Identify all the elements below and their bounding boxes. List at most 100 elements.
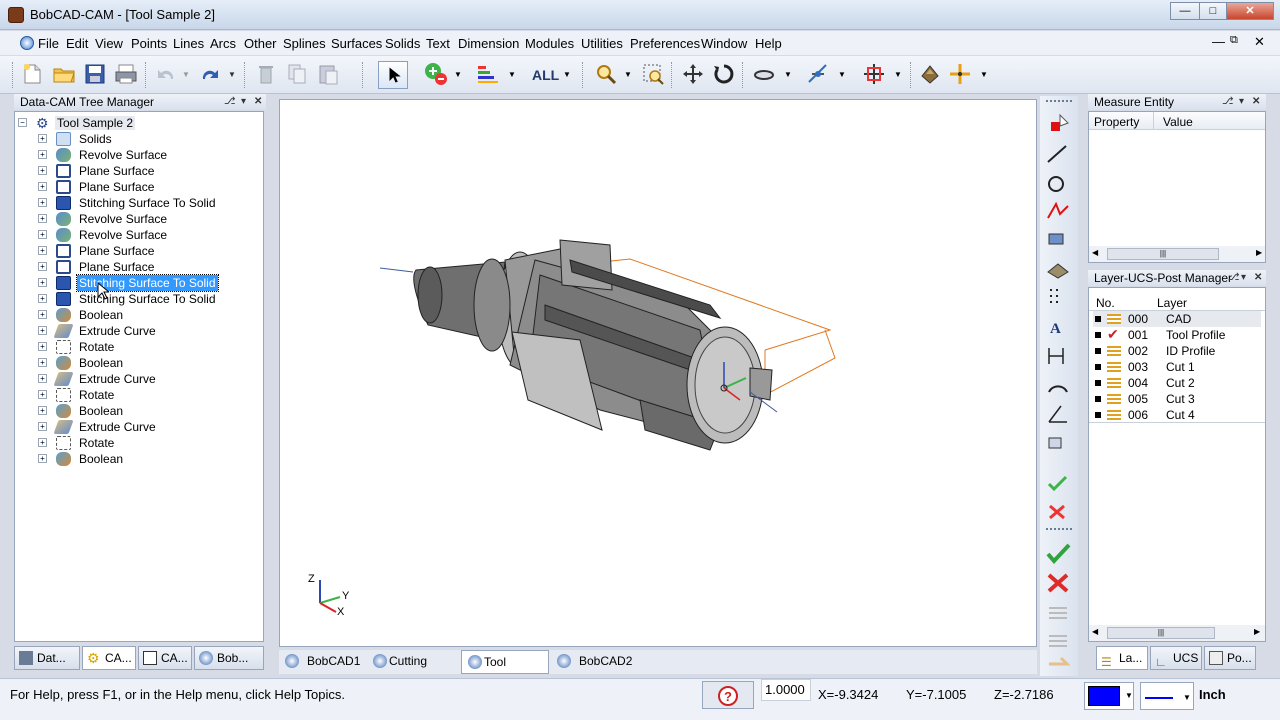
open-folder-icon[interactable] xyxy=(52,62,76,86)
expand-icon[interactable]: + xyxy=(38,230,47,239)
menu-other[interactable]: Other xyxy=(244,36,277,51)
copy-icon[interactable] xyxy=(285,62,309,86)
expand-icon[interactable]: + xyxy=(38,214,47,223)
line-style-picker[interactable]: ▼ xyxy=(1140,682,1194,710)
menu-text[interactable]: Text xyxy=(426,36,450,51)
menu-window[interactable]: Window xyxy=(701,36,747,51)
dimension-tool-icon[interactable] xyxy=(1041,342,1075,368)
layer-visibility-icon[interactable] xyxy=(1095,396,1101,402)
help-button[interactable]: ? xyxy=(702,681,754,709)
expand-icon[interactable]: + xyxy=(38,438,47,447)
layer-row[interactable]: 006 Cut 4 xyxy=(1093,407,1261,423)
tab-cam-ops[interactable]: CA... xyxy=(138,646,192,670)
snap-icon[interactable] xyxy=(806,62,830,86)
layer-visibility-icon[interactable] xyxy=(1095,316,1101,322)
doc-close-button[interactable]: ✕ xyxy=(1254,34,1265,50)
layer-row[interactable]: 004 Cut 2 xyxy=(1093,375,1261,391)
doc-restore-button[interactable]: ⧉ xyxy=(1230,34,1238,47)
layer-row[interactable]: ✔ 001 Tool Profile xyxy=(1093,327,1261,343)
menu-preferences[interactable]: Preferences xyxy=(630,36,700,51)
layer-visibility-icon[interactable] xyxy=(1095,364,1101,370)
angle-tool-icon[interactable] xyxy=(1041,400,1075,426)
zoom-window-icon[interactable] xyxy=(641,62,665,86)
menu-modules[interactable]: Modules xyxy=(525,36,574,51)
tab-ucs[interactable]: ∟ UCS xyxy=(1150,646,1202,670)
expand-icon[interactable]: + xyxy=(38,406,47,415)
tab-layers[interactable]: ☰ La... xyxy=(1096,646,1148,670)
expand-icon[interactable]: + xyxy=(38,278,47,287)
undo-icon[interactable] xyxy=(154,62,178,86)
menu-utilities[interactable]: Utilities xyxy=(581,36,623,51)
expand-icon[interactable]: + xyxy=(38,422,47,431)
point-tool-icon[interactable] xyxy=(1041,112,1075,138)
rotate-view-icon[interactable] xyxy=(712,62,736,86)
cancel-small-icon[interactable] xyxy=(1041,498,1075,524)
menu-file[interactable]: File xyxy=(38,36,59,51)
layer-visibility-icon[interactable] xyxy=(1095,380,1101,386)
layer-hscrollbar[interactable]: ◀ ||| ▶ xyxy=(1089,625,1265,641)
panel-menu-icon[interactable]: ▾ xyxy=(1241,270,1246,286)
menu-points[interactable]: Points xyxy=(131,36,167,51)
menu-edit[interactable]: Edit xyxy=(66,36,88,51)
pin-icon[interactable]: ⎇ xyxy=(1228,270,1240,286)
layer-row[interactable]: 000 CAD xyxy=(1093,311,1261,327)
workplane-icon[interactable] xyxy=(862,62,886,86)
expand-icon[interactable]: + xyxy=(38,358,47,367)
menu-surfaces[interactable]: Surfaces xyxy=(331,36,382,51)
delete-icon[interactable] xyxy=(254,62,278,86)
close-button[interactable]: ✕ xyxy=(1226,2,1274,20)
view-orientation-icon[interactable] xyxy=(752,62,776,86)
text-tool-icon[interactable]: A xyxy=(1041,314,1075,340)
tab-bobcad[interactable]: Bob... xyxy=(194,646,264,670)
layer-filter-icon[interactable] xyxy=(476,62,500,86)
expand-icon[interactable]: + xyxy=(38,198,47,207)
expand-icon[interactable]: + xyxy=(38,134,47,143)
grid-points-icon[interactable] xyxy=(1041,284,1075,310)
spline-tool-icon[interactable] xyxy=(1041,198,1075,224)
collapse-icon[interactable]: − xyxy=(18,118,27,127)
expand-icon[interactable]: + xyxy=(38,374,47,383)
color-picker[interactable]: ▼ xyxy=(1084,682,1134,710)
select-all-button[interactable]: ALL xyxy=(532,67,559,83)
expand-icon[interactable]: + xyxy=(38,166,47,175)
cancel-icon[interactable] xyxy=(1041,570,1075,596)
panel-close-icon[interactable]: ✕ xyxy=(254,94,262,110)
layer-row[interactable]: 002 ID Profile xyxy=(1093,343,1261,359)
tree-root[interactable]: − ⚙ Tool Sample 2 xyxy=(18,115,258,131)
drawing-viewport[interactable]: Z Y X xyxy=(279,99,1037,647)
pin-icon[interactable]: ⎇ xyxy=(224,94,236,110)
surface-tool-icon[interactable] xyxy=(1041,226,1075,252)
menu-arcs[interactable]: Arcs xyxy=(210,36,236,51)
tool-model-3d[interactable]: Z Y X xyxy=(280,100,1038,648)
doc-minimize-button[interactable]: — xyxy=(1212,34,1225,49)
expand-icon[interactable]: + xyxy=(38,150,47,159)
zoom-icon[interactable] xyxy=(594,62,618,86)
doc-tab-cutting-tool[interactable]: Cutting Tool... xyxy=(367,650,459,690)
tab-post[interactable]: Po... xyxy=(1204,646,1256,670)
layer-row[interactable]: 003 Cut 1 xyxy=(1093,359,1261,375)
layer-row[interactable]: 005 Cut 3 xyxy=(1093,391,1261,407)
solid-tool-icon[interactable] xyxy=(1041,256,1075,282)
doc-tab-bobcad2[interactable]: BobCAD2 xyxy=(551,650,641,674)
paste-icon[interactable] xyxy=(316,62,340,86)
layer-visibility-icon[interactable] xyxy=(1095,332,1101,338)
expand-icon[interactable]: + xyxy=(38,310,47,319)
doc-tab-bobcad1[interactable]: BobCAD1 xyxy=(279,650,365,674)
layer-visibility-icon[interactable] xyxy=(1095,412,1101,418)
expand-icon[interactable]: + xyxy=(38,182,47,191)
transform-tool-icon[interactable] xyxy=(1041,430,1075,456)
accept-icon[interactable] xyxy=(1041,540,1075,566)
tab-data-cam[interactable]: Dat... xyxy=(14,646,80,670)
panel-close-icon[interactable]: ✕ xyxy=(1252,94,1260,110)
menu-solids[interactable]: Solids xyxy=(385,36,420,51)
pan-icon[interactable] xyxy=(681,62,705,86)
maximize-button[interactable]: □ xyxy=(1199,2,1227,20)
value-field[interactable]: 1.0000 xyxy=(761,679,811,701)
expand-icon[interactable]: + xyxy=(38,390,47,399)
origin-icon[interactable] xyxy=(948,62,972,86)
layer-active-icon[interactable]: ✔ xyxy=(1107,327,1119,341)
panel-menu-icon[interactable]: ▾ xyxy=(1239,94,1244,110)
redo-icon[interactable] xyxy=(198,62,222,86)
menu-dimension[interactable]: Dimension xyxy=(458,36,519,51)
app-menu-icon[interactable] xyxy=(20,36,34,50)
